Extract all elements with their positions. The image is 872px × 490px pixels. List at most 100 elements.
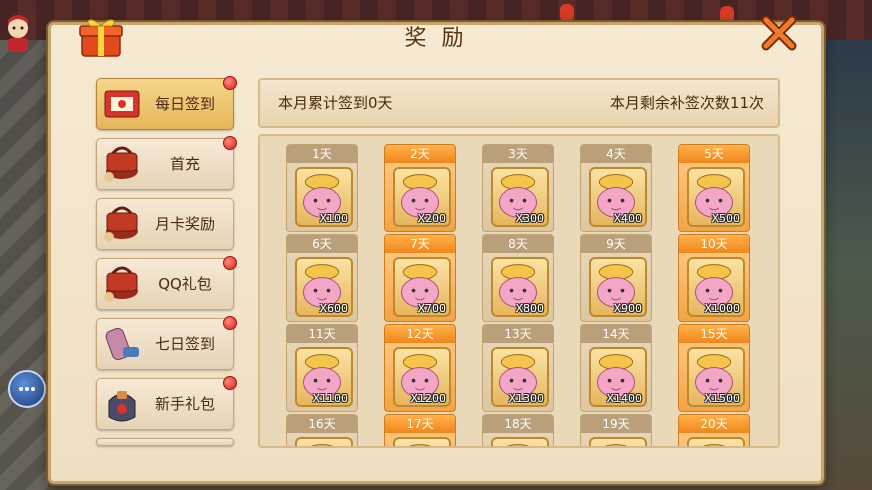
panel-title: 奖 励 <box>404 26 468 51</box>
day-label: 19天 <box>581 415 651 433</box>
chat-bubble-icon[interactable] <box>8 370 46 408</box>
day-reward-card[interactable]: 18天 <box>482 414 554 446</box>
reward-quantity: X500 <box>711 212 740 225</box>
reward-quantity: X1100 <box>312 392 348 405</box>
day-reward-card[interactable]: 5天 X500 <box>678 144 750 232</box>
day-reward-card[interactable]: 14天 X1400 <box>580 324 652 412</box>
menu-item-5[interactable]: 七日签到 <box>96 316 237 370</box>
menu-item-3[interactable]: 月卡奖励 <box>96 198 234 250</box>
day-label: 6天 <box>287 235 357 253</box>
pig-reward-icon: X1400 <box>589 347 647 407</box>
pig-reward-icon: X800 <box>491 257 549 317</box>
reward-quantity: X700 <box>417 302 446 315</box>
day-reward-card[interactable]: 8天 X800 <box>482 234 554 322</box>
notification-dot-icon <box>223 256 237 270</box>
pig-reward-icon: X400 <box>589 167 647 227</box>
notification-dot-icon <box>223 376 237 390</box>
day-label: 16天 <box>287 415 357 433</box>
day-label: 3天 <box>483 145 553 163</box>
day-label: 20天 <box>679 415 749 433</box>
reward-quantity: X800 <box>515 302 544 315</box>
pig-reward-icon: X1200 <box>393 347 451 407</box>
reward-quantity: X1500 <box>704 392 740 405</box>
day-label: 5天 <box>679 145 749 163</box>
day-reward-card[interactable]: 19天 <box>580 414 652 446</box>
menu-item-label: 月卡奖励 <box>154 215 215 233</box>
menu-item-6[interactable]: 新手礼包 <box>96 376 237 430</box>
gift-box-icon <box>79 19 123 57</box>
menu-item-label: 新手礼包 <box>154 395 215 413</box>
day-label: 18天 <box>483 415 553 433</box>
day-reward-card[interactable]: 6天 X600 <box>286 234 358 322</box>
menu-item-label: 每日签到 <box>154 95 215 113</box>
lantern-icon <box>560 4 574 22</box>
pig-reward-icon: X100 <box>295 167 353 227</box>
day-label: 11天 <box>287 325 357 343</box>
menu-item-label: 七日签到 <box>154 335 215 353</box>
newbie-gift-icon <box>108 391 136 422</box>
close-icon[interactable] <box>760 14 798 52</box>
notification-dot-icon <box>223 76 237 90</box>
player-avatar-icon[interactable] <box>0 14 36 54</box>
day-label: 10天 <box>679 235 749 253</box>
day-reward-card[interactable]: 16天 <box>286 414 358 446</box>
day-reward-card[interactable]: 2天 X200 <box>384 144 456 232</box>
menu-item-4[interactable]: QQ礼包 <box>96 256 237 310</box>
menu-item-2[interactable]: 首充 <box>96 136 237 190</box>
notification-dot-icon <box>223 136 237 150</box>
day-reward-card[interactable]: 12天 X1200 <box>384 324 456 412</box>
day-reward-card[interactable]: 4天 X400 <box>580 144 652 232</box>
reward-quantity: X300 <box>515 212 544 225</box>
menu-item-1[interactable]: 每日签到 <box>96 76 237 130</box>
day-label: 2天 <box>385 145 455 163</box>
day-reward-card[interactable]: 20天 <box>678 414 750 446</box>
day-reward-card[interactable]: 1天 X100 <box>286 144 358 232</box>
reward-quantity: X200 <box>417 212 446 225</box>
pig-reward-icon <box>295 437 353 446</box>
monthly-card-icon <box>104 206 138 242</box>
day-reward-card[interactable]: 7天 X700 <box>384 234 456 322</box>
reward-quantity: X900 <box>613 302 642 315</box>
day-reward-card[interactable]: 15天 X1500 <box>678 324 750 412</box>
reward-quantity: X1300 <box>508 392 544 405</box>
day-reward-card[interactable]: 13天 X1300 <box>482 324 554 412</box>
pig-reward-icon: X900 <box>589 257 647 317</box>
day-reward-card[interactable]: 10天 X1000 <box>678 234 750 322</box>
signin-info-bar: 本月累计签到0天 本月剩余补签次数11次 <box>258 78 780 128</box>
pig-reward-icon: X1100 <box>295 347 353 407</box>
pig-reward-icon: X700 <box>393 257 451 317</box>
makeup-remaining-text: 本月剩余补签次数11次 <box>609 94 764 112</box>
pig-reward-icon <box>491 437 549 446</box>
day-reward-card[interactable]: 17天 <box>384 414 456 446</box>
pig-reward-icon: X1300 <box>491 347 549 407</box>
day-reward-card[interactable]: 11天 X1100 <box>286 324 358 412</box>
pig-reward-icon: X200 <box>393 167 451 227</box>
pig-reward-icon <box>393 437 451 446</box>
reward-quantity: X1000 <box>704 302 740 315</box>
day-label: 9天 <box>581 235 651 253</box>
menu-item-label: QQ礼包 <box>158 275 212 293</box>
day-label: 7天 <box>385 235 455 253</box>
pig-reward-icon: X1000 <box>687 257 745 317</box>
reward-quantity: X400 <box>613 212 642 225</box>
day-label: 13天 <box>483 325 553 343</box>
day-label: 17天 <box>385 415 455 433</box>
signed-days-text: 本月累计签到0天 <box>278 94 393 112</box>
day-reward-card[interactable]: 3天 X300 <box>482 144 554 232</box>
day-reward-card[interactable]: 9天 X900 <box>580 234 652 322</box>
menu-item-partial[interactable] <box>96 438 234 446</box>
reward-quantity: X1400 <box>606 392 642 405</box>
notification-dot-icon <box>223 316 237 330</box>
daily-signin-icon <box>104 90 140 118</box>
day-label: 1天 <box>287 145 357 163</box>
reward-quantity: X600 <box>319 302 348 315</box>
menu-item-label: 首充 <box>169 155 200 173</box>
pig-reward-icon <box>589 437 647 446</box>
first-recharge-icon <box>104 146 138 182</box>
background-right-building <box>820 40 872 490</box>
day-label: 4天 <box>581 145 651 163</box>
reward-quantity: X1200 <box>410 392 446 405</box>
pig-reward-icon <box>687 437 745 446</box>
pig-reward-icon: X600 <box>295 257 353 317</box>
day-label: 14天 <box>581 325 651 343</box>
